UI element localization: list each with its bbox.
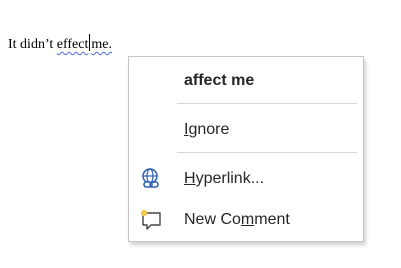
document-text-after: me.: [91, 37, 112, 52]
ignore-label-rest: gnore: [188, 121, 230, 138]
ignore-menu-item[interactable]: Ignore: [129, 113, 363, 147]
document-text-line[interactable]: It didn’t effect me.: [8, 34, 112, 53]
new-comment-menu-item[interactable]: New Comment: [129, 203, 363, 237]
new-comment-label: New Comment: [184, 211, 290, 228]
spelling-context-menu: affect me Ignore Hyperlink... New Commen…: [128, 56, 364, 242]
menu-separator: [177, 103, 357, 104]
document-text-before: It didn’t: [8, 37, 57, 52]
hyperlink-label: Hyperlink...: [184, 170, 265, 187]
suggestion-label: affect me: [184, 72, 255, 89]
globe-chain-icon: [139, 167, 163, 191]
suggestion-menu-item[interactable]: affect me: [129, 64, 363, 98]
misspelled-word[interactable]: effect: [57, 37, 89, 52]
new-comment-icon: [139, 208, 163, 232]
ignore-label: Ignore: [184, 121, 230, 138]
hyperlink-menu-item[interactable]: Hyperlink...: [129, 162, 363, 196]
hyperlink-label-rest: yperlink...: [195, 170, 265, 187]
menu-separator: [177, 152, 357, 153]
